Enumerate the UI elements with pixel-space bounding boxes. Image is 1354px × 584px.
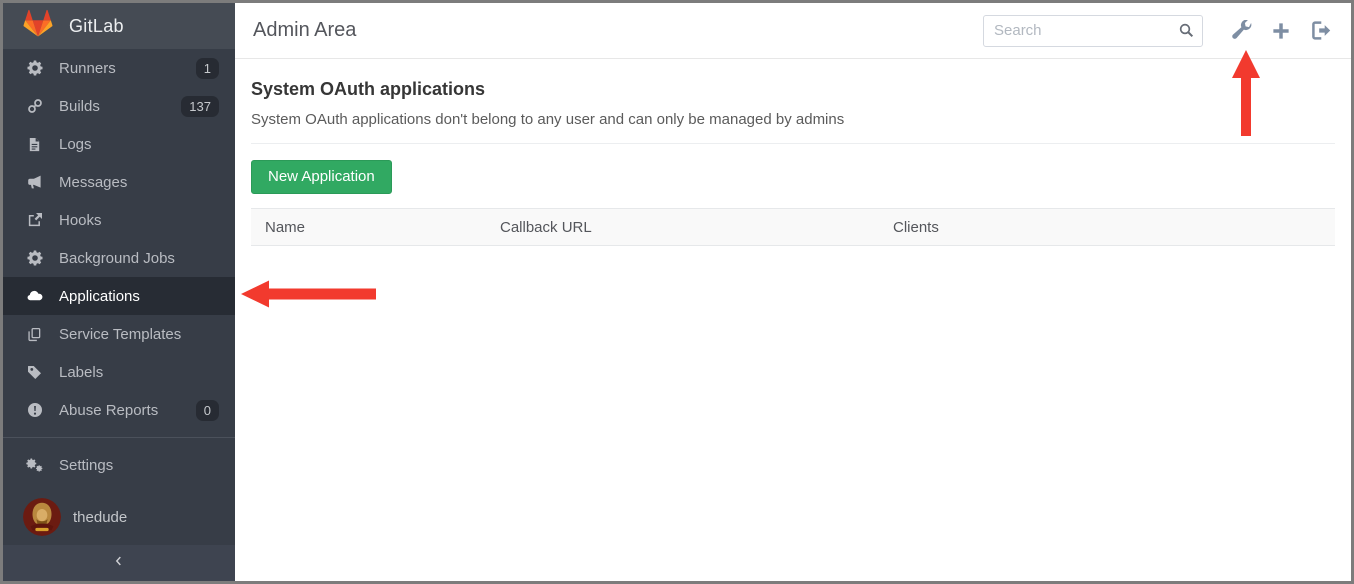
section-divider	[251, 143, 1335, 144]
sidebar-item-abuse-reports[interactable]: Abuse Reports 0	[3, 391, 235, 429]
sidebar-item-label: Messages	[59, 174, 127, 191]
applications-table-header: Name Callback URL Clients	[251, 208, 1335, 246]
column-header-name: Name	[251, 219, 500, 236]
sidebar-item-label: Settings	[59, 457, 113, 474]
username: thedude	[73, 509, 127, 526]
new-application-button[interactable]: New Application	[251, 160, 392, 194]
gear-icon	[26, 60, 43, 77]
gears-icon	[26, 457, 43, 474]
sidebar-item-label: Logs	[59, 136, 92, 153]
bullhorn-icon	[26, 174, 43, 191]
sidebar-item-label: Service Templates	[59, 326, 181, 343]
builds-count-badge: 137	[181, 96, 219, 117]
sidebar-item-applications[interactable]: Applications	[3, 277, 235, 315]
sidebar-item-label: Runners	[59, 60, 116, 77]
sidebar-item-labels[interactable]: Labels	[3, 353, 235, 391]
search-input[interactable]	[983, 15, 1203, 47]
admin-wrench-button[interactable]	[1231, 20, 1252, 41]
column-header-clients: Clients	[893, 219, 1335, 236]
admin-area-window: GitLab Runners 1 Builds 137	[3, 3, 1351, 581]
sidebar-item-label: Hooks	[59, 212, 102, 229]
gitlab-logo-icon	[23, 9, 53, 43]
section-description: System OAuth applications don't belong t…	[251, 111, 1335, 128]
sidebar-user[interactable]: thedude	[3, 497, 235, 537]
search-icon	[1178, 22, 1195, 44]
sidebar-item-label: Background Jobs	[59, 250, 175, 267]
chevron-left-icon	[112, 554, 126, 573]
avatar	[23, 498, 61, 536]
brand-name: GitLab	[69, 16, 124, 37]
copy-icon	[26, 326, 43, 343]
file-icon	[26, 136, 43, 153]
external-link-icon	[26, 212, 43, 229]
main-area: Admin Area System	[235, 3, 1351, 581]
sidebar-collapse-toggle[interactable]	[3, 545, 235, 581]
sidebar-item-builds[interactable]: Builds 137	[3, 87, 235, 125]
exclamation-circle-icon	[26, 402, 43, 419]
annotation-arrow-left-icon	[241, 279, 376, 314]
abuse-reports-count-badge: 0	[196, 400, 219, 421]
sidebar-item-label: Abuse Reports	[59, 402, 158, 419]
page-title: Admin Area	[253, 19, 356, 42]
sidebar-item-label: Applications	[59, 288, 140, 305]
new-project-plus-button[interactable]	[1271, 21, 1291, 41]
runners-count-badge: 1	[196, 58, 219, 79]
sidebar-item-label: Labels	[59, 364, 103, 381]
sidebar-item-messages[interactable]: Messages	[3, 163, 235, 201]
tag-icon	[26, 364, 43, 381]
section-heading: System OAuth applications	[251, 79, 1335, 100]
sidebar-divider	[3, 437, 235, 438]
link-icon	[26, 98, 43, 115]
top-bar: Admin Area	[235, 3, 1351, 59]
oauth-applications-section: System OAuth applications System OAuth a…	[235, 59, 1351, 246]
sidebar-item-logs[interactable]: Logs	[3, 125, 235, 163]
sidebar-item-hooks[interactable]: Hooks	[3, 201, 235, 239]
search-box	[983, 15, 1203, 47]
sidebar-item-settings[interactable]: Settings	[3, 446, 235, 484]
sidebar-header[interactable]: GitLab	[3, 3, 235, 49]
sidebar: GitLab Runners 1 Builds 137	[3, 3, 235, 581]
sidebar-item-background-jobs[interactable]: Background Jobs	[3, 239, 235, 277]
gear-icon	[26, 250, 43, 267]
cloud-icon	[26, 288, 43, 305]
top-bar-controls	[983, 15, 1331, 47]
sidebar-item-service-templates[interactable]: Service Templates	[3, 315, 235, 353]
sidebar-item-runners[interactable]: Runners 1	[3, 49, 235, 87]
sidebar-item-label: Builds	[59, 98, 100, 115]
sign-out-button[interactable]	[1310, 20, 1331, 41]
column-header-callback-url: Callback URL	[500, 219, 893, 236]
sidebar-nav: Runners 1 Builds 137 Logs Me	[3, 49, 235, 537]
